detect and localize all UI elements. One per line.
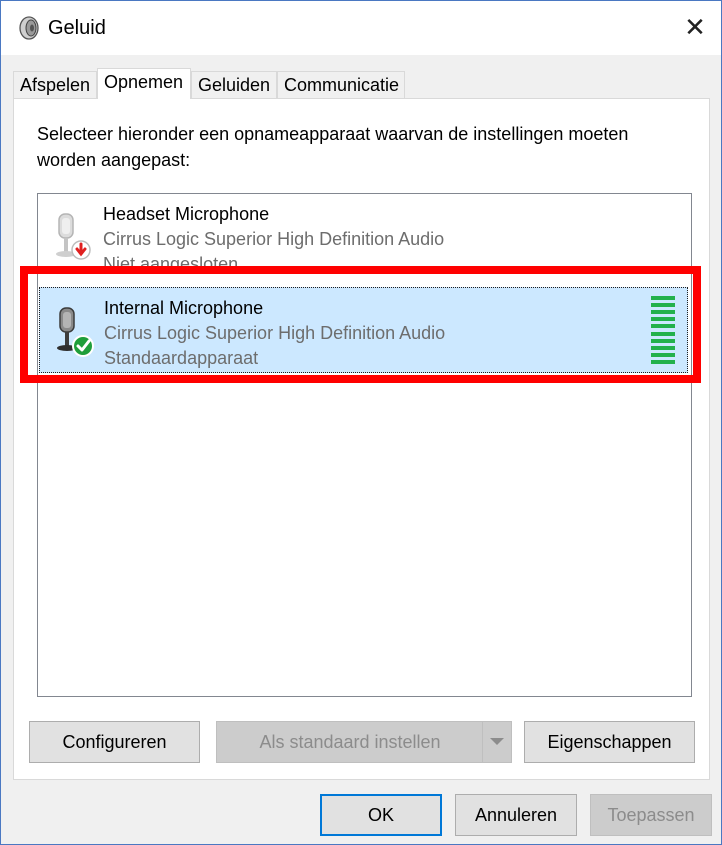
microphone-disconnected-icon — [56, 213, 91, 260]
tab-opnemen[interactable]: Opnemen — [97, 68, 191, 99]
device-status: Niet aangesloten — [103, 254, 239, 274]
tab-afspelen[interactable]: Afspelen — [13, 71, 97, 98]
level-meter-bar — [651, 317, 675, 322]
level-meter-bar — [651, 359, 675, 364]
title-bar: Geluid ✕ — [1, 1, 721, 55]
close-icon: ✕ — [684, 13, 706, 43]
recording-device-list[interactable]: Headset Microphone Cirrus Logic Superior… — [37, 193, 692, 697]
ok-button[interactable]: OK — [320, 794, 442, 836]
list-item-internal-microphone[interactable]: Internal Microphone Cirrus Logic Superio… — [39, 287, 688, 373]
chevron-down-icon[interactable] — [482, 722, 511, 762]
window-title: Geluid — [48, 17, 106, 39]
set-default-button[interactable]: Als standaard instellen — [216, 721, 512, 763]
set-default-label: Als standaard instellen — [259, 731, 441, 752]
level-meter-bar — [651, 324, 675, 329]
level-meter-bar — [651, 303, 675, 308]
level-meter-bar — [651, 352, 675, 357]
microphone-default-icon — [57, 307, 94, 357]
level-meter-bar — [651, 345, 675, 350]
cancel-button[interactable]: Annuleren — [455, 794, 577, 836]
level-meter-bar — [651, 331, 675, 336]
speaker-icon — [19, 16, 39, 40]
configure-button[interactable]: Configureren — [29, 721, 200, 763]
level-meter-bar — [651, 338, 675, 343]
device-driver: Cirrus Logic Superior High Definition Au… — [104, 323, 446, 343]
level-meter — [651, 296, 675, 364]
tab-panel-opnemen: Selecteer hieronder een opnameapparaat w… — [13, 98, 710, 780]
properties-button[interactable]: Eigenschappen — [524, 721, 695, 763]
level-meter-bar — [651, 296, 675, 300]
sound-dialog: Geluid ✕ Afspelen Opnemen Geluiden Commu… — [0, 0, 722, 845]
device-driver: Cirrus Logic Superior High Definition Au… — [103, 229, 445, 249]
device-status: Standaardapparaat — [104, 348, 259, 368]
instruction-text: Selecteer hieronder een opnameapparaat w… — [37, 124, 629, 170]
close-button[interactable]: ✕ — [669, 1, 721, 55]
tab-geluiden[interactable]: Geluiden — [191, 71, 277, 98]
apply-button[interactable]: Toepassen — [590, 794, 712, 836]
tab-communicatie[interactable]: Communicatie — [277, 71, 405, 98]
list-item-headset-microphone[interactable]: Headset Microphone Cirrus Logic Superior… — [39, 194, 688, 280]
level-meter-bar — [651, 310, 675, 315]
device-name: Internal Microphone — [104, 298, 264, 318]
device-name: Headset Microphone — [103, 204, 270, 224]
